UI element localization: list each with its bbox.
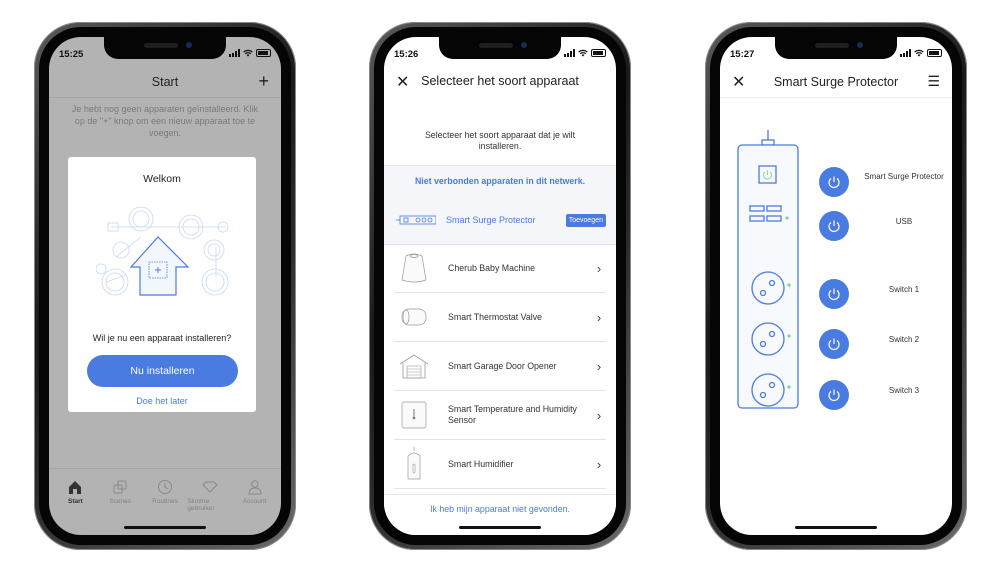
power-icon xyxy=(828,288,840,301)
clock-icon xyxy=(157,480,172,494)
power-toggle-switch-1[interactable] xyxy=(819,279,849,309)
user-icon xyxy=(248,480,262,495)
power-strip-diagram xyxy=(737,130,799,409)
control-label: Switch 3 xyxy=(888,386,920,395)
power-icon xyxy=(828,220,840,233)
nav-bar: ✕ Selecteer het soort apparaat xyxy=(384,67,616,95)
chevron-right-icon: › xyxy=(596,456,602,472)
tab-bar: Start Scenes Routines Slimme gebruiker A… xyxy=(49,468,281,535)
list-item[interactable]: Smart Humidifier › xyxy=(394,440,606,489)
section-header-unconnected: Niet verbonden apparaten in dit netwerk. xyxy=(384,165,616,197)
welcome-modal: Welkom Wil je nu een apparaat installere… xyxy=(68,157,256,412)
do-later-link[interactable]: Doe het later xyxy=(68,396,256,406)
diamond-icon xyxy=(202,481,218,493)
phone-device-control-screen: 15:27 ✕ Smart Surge Protector ☰ Smart Su… xyxy=(705,22,967,550)
list-item[interactable]: Cherub Baby Machine › xyxy=(394,244,606,293)
device-type-list: Cherub Baby Machine › Smart Thermostat V… xyxy=(394,244,606,489)
chevron-right-icon: › xyxy=(596,260,602,276)
sensor-icon xyxy=(401,401,427,429)
plus-icon[interactable]: + xyxy=(258,71,269,92)
power-icon xyxy=(828,389,840,402)
power-icon xyxy=(828,176,840,189)
device-name: Cherub Baby Machine xyxy=(448,262,536,273)
status-time: 15:25 xyxy=(59,49,84,60)
status-time: 15:26 xyxy=(394,49,419,60)
control-label: Switch 2 xyxy=(888,335,920,344)
power-toggle-switch-3[interactable] xyxy=(819,380,849,410)
home-indicator[interactable] xyxy=(795,526,877,529)
power-toggle-main[interactable] xyxy=(819,167,849,197)
empty-state-message: Je hebt nog geen apparaten geïnstalleerd… xyxy=(71,104,259,138)
tab-label: Slimme gebruiker xyxy=(187,498,215,512)
modal-title: Welkom xyxy=(143,173,181,185)
tab-label: Routines xyxy=(152,498,178,505)
home-indicator[interactable] xyxy=(124,526,206,529)
notch xyxy=(439,37,561,59)
signal-icon xyxy=(900,49,911,57)
menu-icon[interactable]: ☰ xyxy=(927,73,940,90)
phone-start-screen: 15:25 Start + Je hebt nog geen apparaten… xyxy=(34,22,296,550)
device-not-found-link[interactable]: Ik heb mijn apparaat niet gevonden. xyxy=(384,504,616,514)
chevron-right-icon: › xyxy=(596,309,602,325)
power-icon xyxy=(828,338,840,351)
home-icon xyxy=(69,481,82,494)
screen: 15:25 Start + Je hebt nog geen apparaten… xyxy=(49,37,281,535)
scenes-icon xyxy=(113,480,127,494)
tab-label: Account xyxy=(242,498,267,505)
list-item[interactable]: Smart Thermostat Valve › xyxy=(394,293,606,342)
page-title: Selecteer het soort apparaat xyxy=(421,74,579,88)
wifi-icon xyxy=(914,49,924,57)
found-device-name: Smart Surge Protector xyxy=(446,215,536,225)
wifi-icon xyxy=(578,49,588,57)
device-name: Smart Garage Door Opener xyxy=(448,360,557,371)
device-name: Smart Temperature and Humidity Sensor xyxy=(448,404,577,425)
control-label: Switch 1 xyxy=(888,285,920,294)
signal-icon xyxy=(564,49,575,57)
notch xyxy=(775,37,897,59)
control-label: Smart Surge Protector xyxy=(864,172,944,181)
close-icon[interactable]: ✕ xyxy=(396,72,409,92)
install-question: Wil je nu een apparaat installeren? xyxy=(92,333,232,343)
battery-icon xyxy=(927,49,942,57)
nav-bar: Start + xyxy=(49,67,281,98)
battery-icon xyxy=(256,49,271,57)
tab-label: Scenes xyxy=(109,498,132,505)
found-device-row[interactable]: Smart Surge Protector Toevoegen xyxy=(384,196,616,245)
close-icon[interactable]: ✕ xyxy=(732,72,745,92)
power-toggle-switch-2[interactable] xyxy=(819,329,849,359)
tab-start[interactable]: Start xyxy=(53,479,98,535)
install-now-button[interactable]: Nu installeren xyxy=(87,355,238,387)
home-indicator[interactable] xyxy=(459,526,541,529)
screen: 15:27 ✕ Smart Surge Protector ☰ Smart Su… xyxy=(720,37,952,535)
chevron-right-icon: › xyxy=(596,358,602,374)
screen: 15:26 ✕ Selecteer het soort apparaat Sel… xyxy=(384,37,616,535)
list-item[interactable]: Smart Garage Door Opener › xyxy=(394,342,606,391)
control-label: USB xyxy=(895,217,913,226)
phone-select-device-screen: 15:26 ✕ Selecteer het soort apparaat Sel… xyxy=(369,22,631,550)
smart-home-illustration-icon xyxy=(96,206,229,296)
power-toggle-usb[interactable] xyxy=(819,211,849,241)
page-title: Smart Surge Protector xyxy=(773,75,899,89)
chevron-right-icon: › xyxy=(596,407,602,423)
status-time: 15:27 xyxy=(730,49,755,60)
thermostat-valve-icon xyxy=(401,308,427,326)
intro-text: Selecteer het soort apparaat dat je wilt… xyxy=(424,130,576,151)
wifi-icon xyxy=(243,49,253,57)
tab-label: Start xyxy=(67,498,83,505)
tab-account[interactable]: Account xyxy=(232,479,277,535)
battery-icon xyxy=(591,49,606,57)
device-name: Smart Humidifier xyxy=(448,458,514,469)
garage-icon xyxy=(399,354,429,379)
device-name: Smart Thermostat Valve xyxy=(448,311,543,322)
add-device-button[interactable]: Toevoegen xyxy=(565,213,606,227)
humidifier-icon xyxy=(407,447,421,480)
signal-icon xyxy=(229,49,240,57)
notch xyxy=(104,37,226,59)
nav-bar: ✕ Smart Surge Protector ☰ xyxy=(720,67,952,98)
list-item[interactable]: Smart Temperature and Humidity Sensor › xyxy=(394,391,606,440)
baby-machine-icon xyxy=(401,253,427,283)
page-title: Start xyxy=(151,75,179,89)
surge-protector-icon xyxy=(396,215,436,225)
